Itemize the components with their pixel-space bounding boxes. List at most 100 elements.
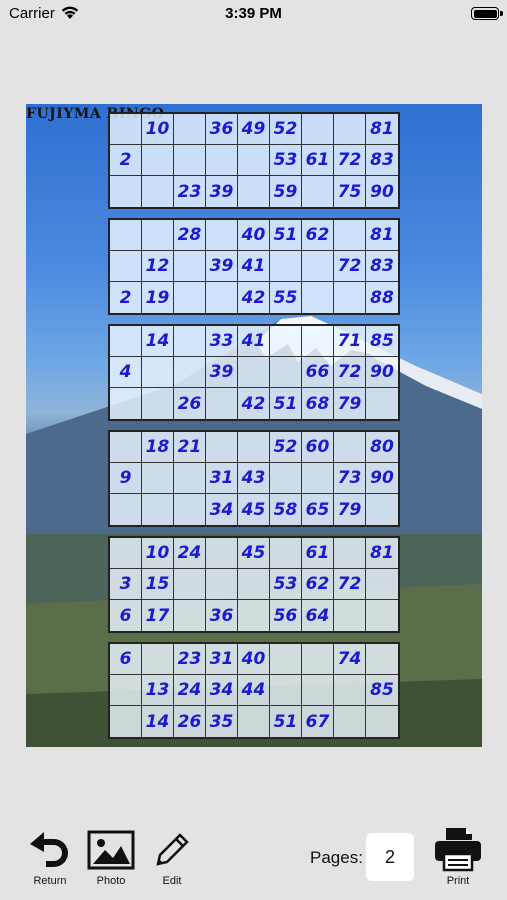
bingo-cell (142, 388, 174, 419)
bingo-cell: 21 (174, 432, 206, 463)
bingo-card: 14 33 41 71 85 4 39 66 72 90 26 42 51 68 79 (108, 324, 400, 421)
bingo-cell (302, 326, 334, 357)
bingo-cell (110, 326, 142, 357)
bingo-cell (206, 282, 238, 313)
bingo-cell: 62 (302, 569, 334, 600)
bingo-cell: 31 (206, 463, 238, 494)
bingo-cell (206, 569, 238, 600)
bingo-card: 18 21 52 60 80 9 31 43 73 90 34 45 58 65 79 (108, 430, 400, 527)
bingo-cell: 24 (174, 675, 206, 706)
bingo-cell (334, 675, 366, 706)
bingo-cell: 10 (142, 114, 174, 145)
bingo-cell (174, 463, 206, 494)
bingo-cell (270, 675, 302, 706)
status-bar: Carrier 3:39 PM (0, 0, 507, 30)
bingo-cell: 72 (334, 251, 366, 282)
bingo-cell: 53 (270, 569, 302, 600)
bingo-cell: 90 (366, 463, 398, 494)
bingo-cell: 17 (142, 600, 174, 631)
bingo-cell (366, 388, 398, 419)
clock: 3:39 PM (225, 5, 282, 22)
bingo-cell: 53 (270, 145, 302, 176)
bingo-cell (302, 463, 334, 494)
bingo-cell (334, 220, 366, 251)
bingo-cell (302, 114, 334, 145)
printer-icon (435, 828, 481, 872)
bingo-cell (174, 357, 206, 388)
bingo-cell: 13 (142, 675, 174, 706)
bingo-card: 6 23 31 40 74 13 24 34 44 85 14 26 35 51 67 (108, 642, 400, 739)
photo-icon (87, 830, 135, 870)
bingo-cell: 23 (174, 644, 206, 675)
bingo-cell: 18 (142, 432, 174, 463)
bingo-cell: 43 (238, 463, 270, 494)
bingo-cell: 41 (238, 251, 270, 282)
bingo-cell: 23 (174, 176, 206, 207)
bingo-cell: 80 (366, 432, 398, 463)
bingo-cell (142, 220, 174, 251)
bingo-cell (174, 494, 206, 525)
bingo-cell: 12 (142, 251, 174, 282)
bingo-cell (110, 538, 142, 569)
bingo-cell (174, 282, 206, 313)
bingo-cell: 44 (238, 675, 270, 706)
bingo-cell (174, 251, 206, 282)
bingo-sheet-preview: FUJIYMA BINGO 10 36 49 52 81 2 53 61 72 83 23 39 59 7… (26, 104, 482, 747)
bingo-cell (110, 114, 142, 145)
photo-button[interactable]: Photo (86, 830, 136, 887)
bingo-cell (270, 644, 302, 675)
bingo-cell (174, 326, 206, 357)
bingo-cell (110, 220, 142, 251)
bingo-cell: 71 (334, 326, 366, 357)
bingo-cell (142, 644, 174, 675)
bingo-card: 10 24 45 61 81 3 15 53 62 72 6 17 36 56 64 (108, 536, 400, 633)
bingo-cell (174, 114, 206, 145)
bingo-cell (270, 326, 302, 357)
bingo-cell (238, 569, 270, 600)
bingo-cell (142, 494, 174, 525)
edit-button[interactable]: Edit (150, 830, 194, 887)
bingo-cell (206, 388, 238, 419)
bingo-cell: 72 (334, 145, 366, 176)
bingo-cell: 28 (174, 220, 206, 251)
bingo-cell: 83 (366, 251, 398, 282)
bingo-cell: 35 (206, 706, 238, 737)
pages-count-field[interactable] (366, 833, 414, 881)
bingo-cell (334, 706, 366, 737)
bingo-cell (110, 494, 142, 525)
bingo-cell: 2 (110, 282, 142, 313)
bingo-cell: 85 (366, 675, 398, 706)
bingo-cell: 74 (334, 644, 366, 675)
bingo-cell (206, 432, 238, 463)
bingo-cell: 24 (174, 538, 206, 569)
bingo-cell: 81 (366, 220, 398, 251)
bingo-cell: 83 (366, 145, 398, 176)
bingo-cell: 39 (206, 176, 238, 207)
bingo-cell (270, 538, 302, 569)
bingo-cell: 85 (366, 326, 398, 357)
return-button[interactable]: Return (24, 830, 76, 887)
bingo-cell: 81 (366, 114, 398, 145)
print-button[interactable]: Print (432, 826, 484, 887)
bingo-cell: 19 (142, 282, 174, 313)
bingo-cell (270, 357, 302, 388)
bingo-cell: 15 (142, 569, 174, 600)
bingo-card: 10 36 49 52 81 2 53 61 72 83 23 39 59 75 90 (108, 112, 400, 209)
bingo-cell: 31 (206, 644, 238, 675)
bingo-cell (110, 675, 142, 706)
bingo-cell: 51 (270, 706, 302, 737)
bingo-cell (334, 114, 366, 145)
bingo-cell (206, 220, 238, 251)
bingo-cell (334, 282, 366, 313)
bingo-cell: 9 (110, 463, 142, 494)
bingo-cell (366, 494, 398, 525)
bingo-cell: 36 (206, 114, 238, 145)
bingo-cell (238, 176, 270, 207)
bingo-cell (302, 176, 334, 207)
bingo-cell: 72 (334, 357, 366, 388)
return-label: Return (33, 875, 67, 887)
bingo-cell: 55 (270, 282, 302, 313)
bingo-cell: 42 (238, 388, 270, 419)
bingo-cell: 72 (334, 569, 366, 600)
bingo-cell: 52 (270, 114, 302, 145)
